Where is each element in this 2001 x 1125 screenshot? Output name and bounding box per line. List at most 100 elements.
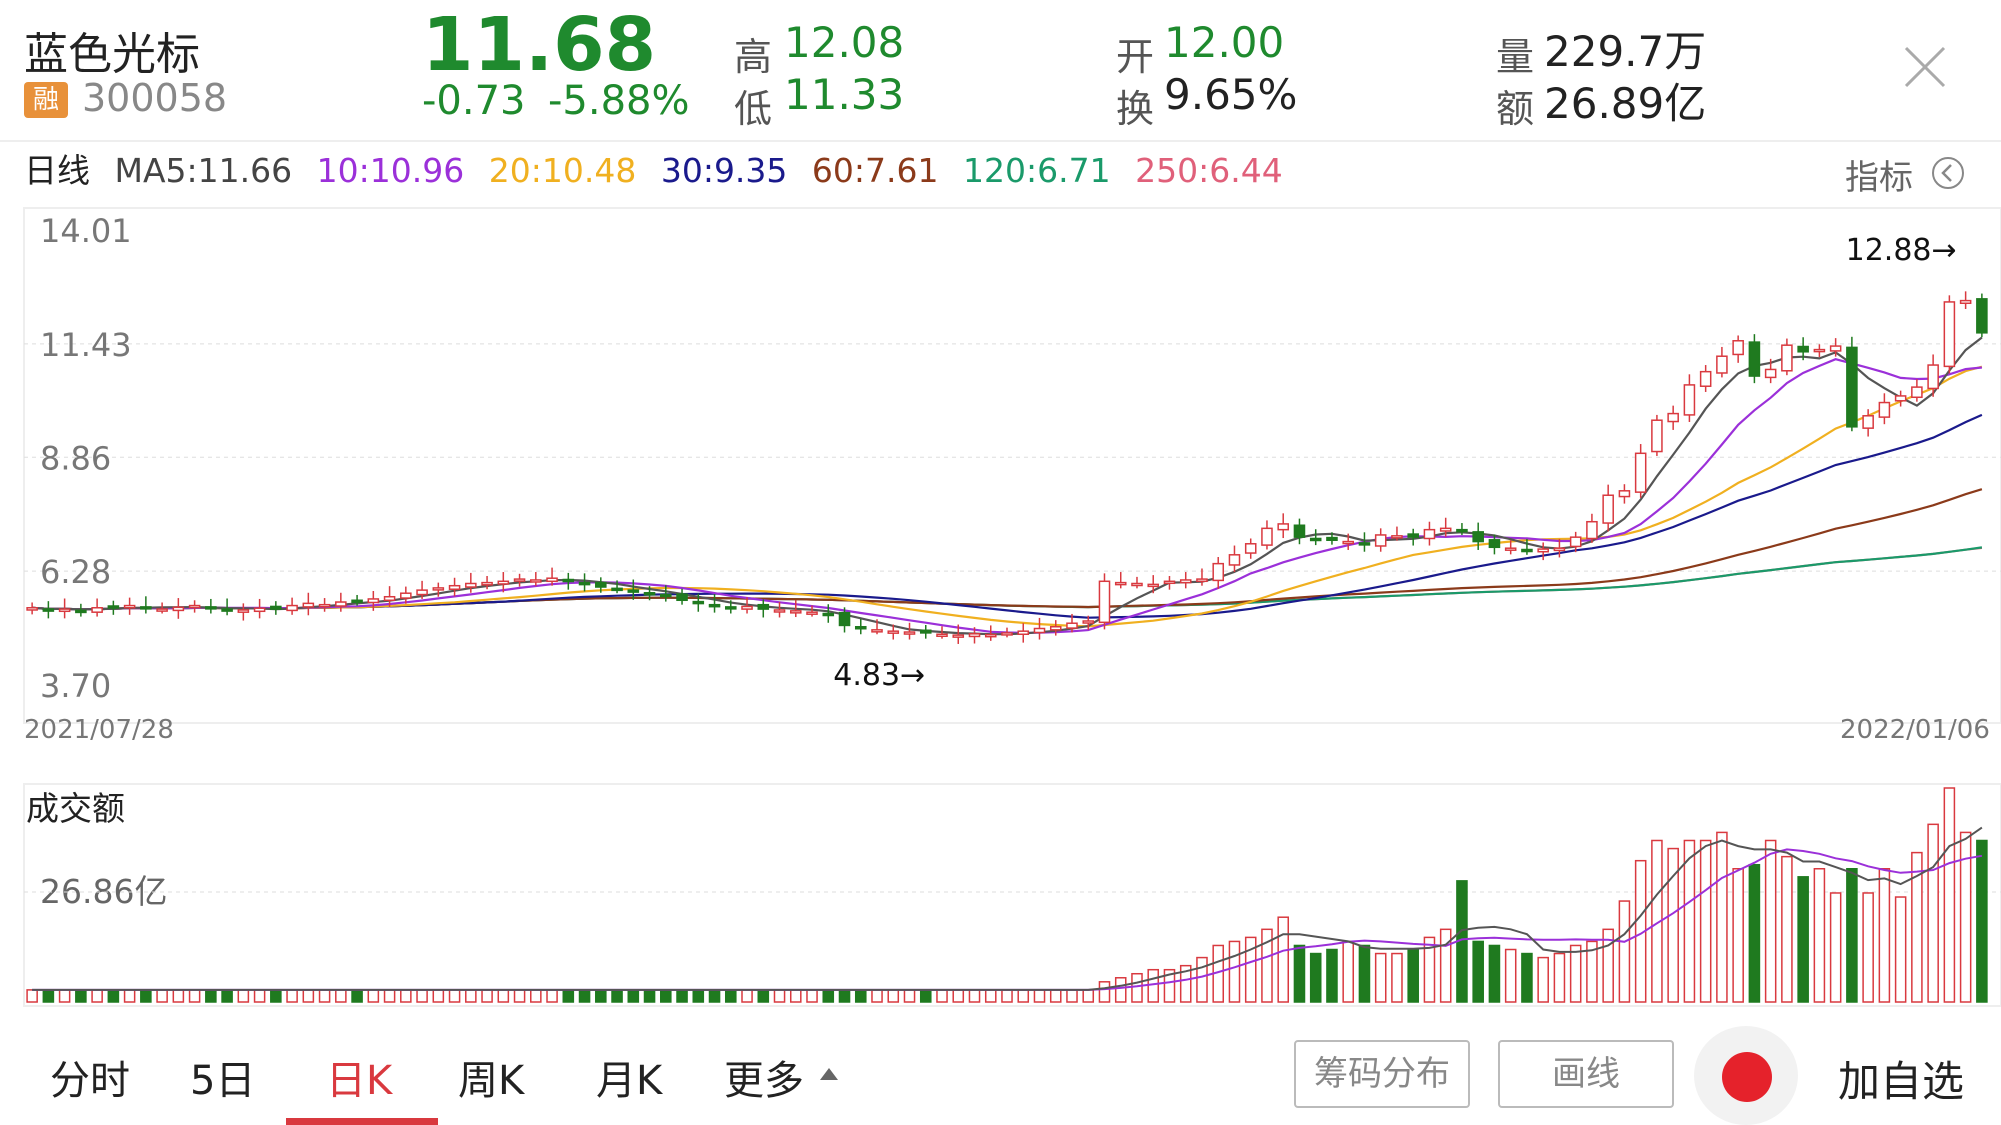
candle-body [1976, 298, 1988, 334]
volume-bar [513, 989, 526, 1003]
candle-body [58, 608, 71, 613]
candle-body [1488, 539, 1501, 549]
candle-body [367, 598, 380, 604]
volume-bar [1472, 940, 1484, 1003]
chip-distribution-button[interactable]: 筹码分布 [1294, 1040, 1470, 1108]
volume-label: 量 [1496, 35, 1535, 79]
volume-bar [221, 989, 233, 1003]
volume-bar [156, 989, 168, 1003]
candle-body [1927, 364, 1939, 390]
current-price: 11.68 [422, 2, 657, 88]
volume-bar [1521, 952, 1533, 1003]
volume-bar [1277, 916, 1290, 1003]
volume-bar [1862, 892, 1874, 1003]
tab-more[interactable]: 更多 [724, 1048, 804, 1106]
ma120-value: 120:6.71 [963, 151, 1111, 190]
candle-body [1326, 536, 1338, 541]
volume-chart[interactable]: 成交额 26.86亿 [0, 780, 2001, 1010]
stock-name: 蓝色光标 [24, 29, 200, 80]
volume-bar [1537, 956, 1549, 1003]
volume-bar [75, 989, 87, 1003]
volume-bar [643, 989, 656, 1003]
header-divider [0, 140, 2001, 142]
volume-bar [789, 989, 802, 1003]
volume-bar [1131, 972, 1143, 1003]
volume-bar [1309, 952, 1322, 1003]
candle-body [1667, 412, 1679, 423]
candle-body [952, 634, 965, 638]
candle-body [984, 633, 997, 638]
volume-bar [1228, 940, 1241, 1003]
close-icon[interactable] [1900, 42, 1950, 92]
volume-bar [562, 989, 575, 1003]
candle-body [237, 609, 250, 613]
candle-body [676, 593, 688, 602]
candle-body [481, 581, 493, 586]
volume-bar [1976, 839, 1988, 1003]
candle-body [432, 587, 445, 591]
volume-bar [91, 989, 103, 1003]
volume-bar [383, 989, 396, 1003]
y-tick-label: 6.28 [40, 553, 111, 591]
candle-body [140, 606, 152, 610]
candle-body [270, 605, 282, 610]
candle-body [448, 584, 461, 590]
volume-bar [237, 989, 250, 1003]
candle-body [1114, 581, 1127, 586]
volume-bar [871, 989, 883, 1003]
tab-5day[interactable]: 5日 [190, 1048, 255, 1106]
add-watchlist-button[interactable]: 加自选 [1838, 1048, 1964, 1109]
candle-body [1391, 535, 1403, 539]
candle-body [1293, 524, 1306, 538]
tab-monthly-k[interactable]: 月K [596, 1048, 662, 1106]
candle-body [838, 611, 851, 627]
volume-bar [968, 989, 981, 1003]
volume-bar [952, 989, 965, 1003]
candle-body [1651, 419, 1663, 453]
tab-daily-k[interactable]: 日K [326, 1048, 392, 1106]
indicator-button[interactable]: 指标 [1845, 150, 1913, 199]
turnover-value: 9.65% [1164, 70, 1298, 119]
volume-bar [903, 989, 916, 1003]
candle-body [1862, 415, 1874, 429]
y-tick-label: 14.01 [40, 212, 132, 250]
volume-bar [140, 989, 152, 1003]
volume-bar [854, 989, 867, 1003]
open-label: 开 [1116, 35, 1155, 79]
kline-chart[interactable]: 14.01 11.43 8.86 6.28 3.70 12.88→ 4.83→ 2021/0… [0, 200, 2001, 740]
candle-body [497, 580, 510, 585]
volume-bar [757, 989, 770, 1003]
caret-up-icon[interactable] [818, 1066, 840, 1082]
draw-line-button[interactable]: 画线 [1498, 1040, 1674, 1108]
volume-bar [367, 989, 380, 1003]
candle-body [1244, 543, 1257, 554]
candle-body [286, 604, 298, 612]
record-button[interactable] [1722, 1052, 1772, 1102]
volume-bar [400, 989, 412, 1003]
volume-bar [497, 989, 510, 1003]
volume-bar [1358, 944, 1371, 1003]
volume-bar [676, 989, 688, 1003]
ma30-value: 30:9.35 [660, 151, 788, 190]
chevron-left-circle-icon[interactable] [1930, 155, 1966, 191]
volume-bar [1894, 896, 1907, 1003]
candle-body [1586, 520, 1598, 540]
volume-bar [692, 989, 705, 1003]
candle-body [595, 581, 607, 588]
volume-bar [351, 989, 363, 1003]
tab-weekly-k[interactable]: 周K [458, 1048, 524, 1106]
ma60-value: 60:7.61 [811, 151, 939, 190]
volume-bar [1407, 948, 1419, 1003]
candle-body [1407, 533, 1419, 538]
volume-bar [1082, 989, 1095, 1003]
volume-bar [660, 989, 672, 1003]
tab-fenshi[interactable]: 分时 [50, 1048, 130, 1106]
amount-value: 26.89亿 [1544, 79, 1707, 128]
candle-body [1618, 490, 1631, 498]
candle-body [253, 607, 266, 613]
volume-bar [432, 989, 445, 1003]
volume-bar [172, 989, 185, 1003]
candle-body [400, 592, 412, 599]
volume-bar [1293, 944, 1306, 1003]
candle-body [1049, 625, 1062, 631]
